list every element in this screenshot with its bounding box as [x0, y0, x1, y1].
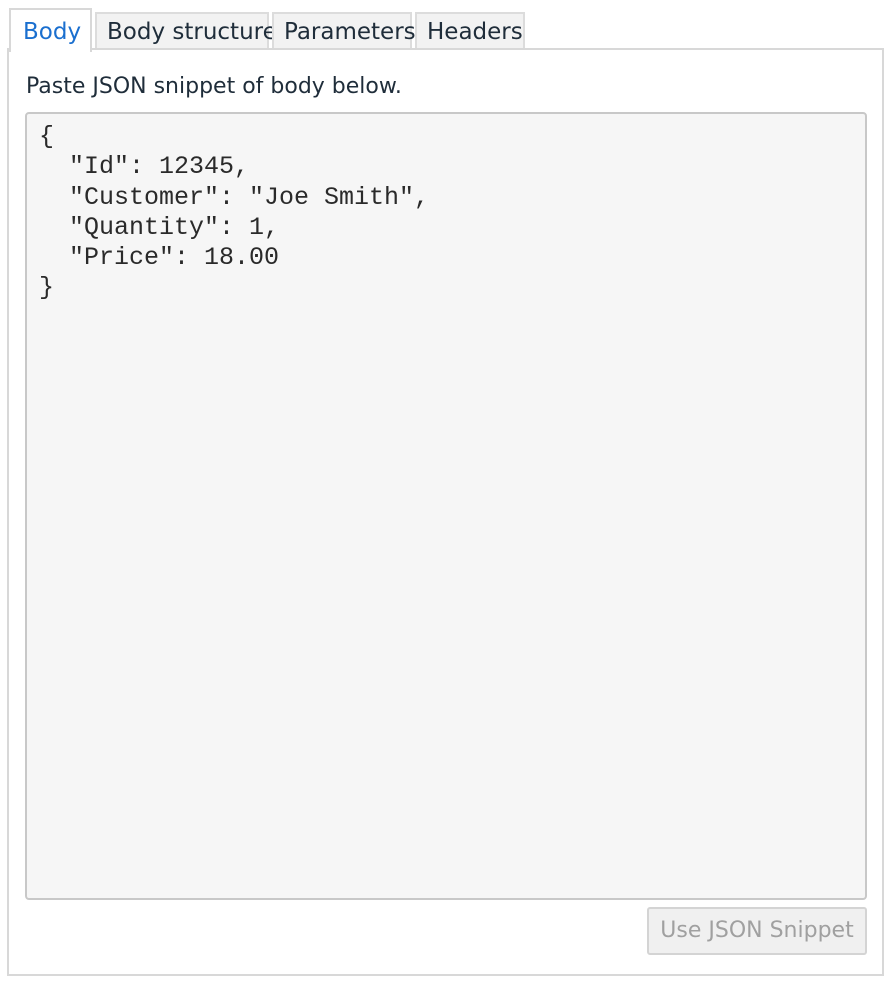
tab-parameters[interactable]: Parameters: [272, 12, 416, 50]
body-editor-window: Body Body structure Parameters Headers P…: [0, 0, 890, 986]
tab-body-structure[interactable]: Body structure: [95, 12, 277, 50]
use-json-snippet-button[interactable]: Use JSON Snippet: [647, 907, 867, 955]
tab-headers[interactable]: Headers: [415, 12, 525, 50]
body-tab-panel: Paste JSON snippet of body below. { "Id"…: [7, 48, 884, 976]
tab-body[interactable]: Body: [9, 8, 92, 52]
instructions-label: Paste JSON snippet of body below.: [26, 74, 402, 99]
tab-bar: Body Body structure Parameters Headers: [9, 6, 528, 52]
json-snippet-editor[interactable]: { "Id": 12345, "Customer": "Joe Smith", …: [25, 112, 867, 900]
